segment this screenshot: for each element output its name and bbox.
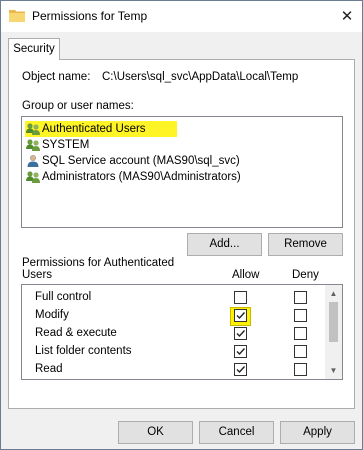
permission-name: List folder contents [35,345,132,357]
user-icon [25,153,41,169]
add-button[interactable]: Add... [187,233,262,256]
table-row: List folder contents [22,343,327,361]
list-item[interactable]: Authenticated Users [25,121,341,137]
vertical-scrollbar[interactable]: ▲ ▼ [325,285,342,379]
permission-name: Modify [35,309,69,321]
ok-button[interactable]: OK [118,421,193,444]
folder-icon [9,8,25,22]
deny-column-header: Deny [292,269,319,281]
list-item[interactable]: SQL Service account (MAS90\sql_svc) [25,153,341,169]
permissions-table: Full control Modify Read & execute List fol… [21,284,343,380]
tab-security[interactable]: Security [8,38,60,60]
scroll-up-icon[interactable]: ▲ [325,285,342,302]
apply-button[interactable]: Apply [280,421,355,444]
table-row: Full control [22,289,327,307]
deny-checkbox[interactable] [294,345,307,358]
user-label: Administrators (MAS90\Administrators) [42,171,241,183]
table-row: Modify [22,307,327,326]
allow-checkbox[interactable] [234,345,247,358]
scroll-down-icon[interactable]: ▼ [325,362,342,379]
allow-checkbox[interactable] [234,327,247,340]
table-row [22,379,327,380]
user-label: SYSTEM [42,139,90,151]
permission-name: Read & execute [35,327,117,339]
permission-name: Full control [35,291,92,303]
deny-checkbox[interactable] [294,291,307,304]
scroll-thumb[interactable] [329,302,338,342]
close-button[interactable]: ✕ [332,1,362,32]
group-user-list[interactable]: Authenticated Users SYSTEM SQL Service a… [21,116,343,228]
deny-checkbox[interactable] [294,363,307,376]
users-group-icon [25,169,41,185]
remove-button[interactable]: Remove [268,233,343,256]
allow-checkbox[interactable] [234,363,247,376]
allow-checkbox[interactable] [234,309,247,322]
user-label: SQL Service account (MAS90\sql_svc) [42,155,240,167]
cancel-button[interactable]: Cancel [199,421,274,444]
title-bar: Permissions for Temp ✕ [1,1,362,32]
users-group-icon [25,137,41,153]
allow-column-header: Allow [232,269,260,281]
list-item[interactable]: SYSTEM [25,137,341,153]
deny-checkbox[interactable] [294,309,307,322]
users-group-icon [25,121,41,137]
deny-checkbox[interactable] [294,327,307,340]
table-row: Read [22,361,327,379]
group-or-user-names-label: Group or user names: [22,100,134,112]
object-name-label: Object name: [22,71,91,83]
table-row: Read & execute [22,325,327,343]
permissions-label-line2: Users [22,269,53,281]
list-item[interactable]: Administrators (MAS90\Administrators) [25,169,341,185]
permissions-label-line1: Permissions for Authenticated [22,257,175,269]
permission-name: Read [35,363,63,375]
window-title: Permissions for Temp [32,9,148,23]
permissions-dialog: Permissions for Temp ✕ Security Object n… [0,0,363,450]
allow-checkbox[interactable] [234,291,247,304]
user-label: Authenticated Users [42,123,146,135]
object-name-value: C:\Users\sql_svc\AppData\Local\Temp [102,71,299,83]
